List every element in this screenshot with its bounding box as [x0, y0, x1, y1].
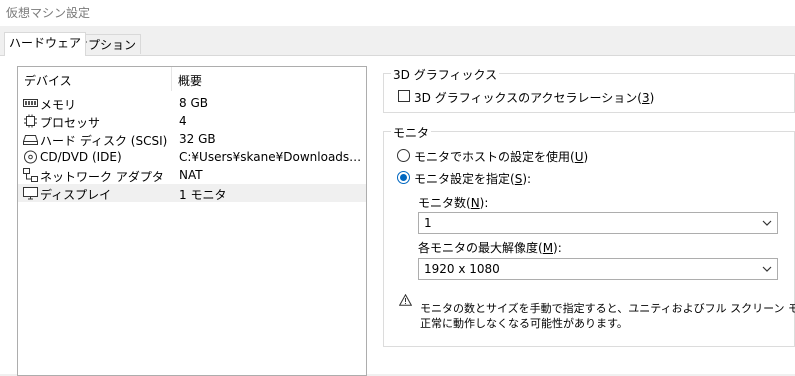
device-list[interactable]: デバイス 概要 メモリ 8 GB プロセッサ 4 ハード ディスク (SCSI)… [17, 66, 367, 376]
warning-icon [399, 294, 412, 306]
device-row-network-adapter[interactable]: ネットワーク アダプタ NAT [18, 166, 366, 184]
graphics-acceleration-text: 3D グラフィックスのアクセラレーション( [414, 91, 642, 105]
use-host-settings-radio[interactable] [397, 149, 410, 162]
device-row-cd-dvd[interactable]: CD/DVD (IDE) C:¥Users¥skane¥Downloads¥re… [18, 148, 366, 166]
device-summary: 8 GB [179, 96, 208, 110]
display-icon [23, 187, 38, 200]
device-row-hard-disk[interactable]: ハード ディスク (SCSI) 32 GB [18, 130, 366, 148]
column-header-summary[interactable]: 概要 [178, 72, 202, 89]
monitor-legend: モニタ [391, 124, 432, 141]
monitor-group: モニタ モニタでホストの設定を使用(U) モニタ設定を指定(S): モニタ数(N… [383, 124, 795, 347]
graphics-acceleration-accesskey: 3 [641, 91, 650, 105]
specify-monitor-settings-radio[interactable] [397, 171, 410, 184]
chevron-down-icon [762, 266, 772, 272]
monitor-count-text: モニタ数( [418, 196, 471, 210]
device-row-display[interactable]: ディスプレイ 1 モニタ [18, 184, 366, 202]
device-summary: 1 モニタ [179, 188, 227, 202]
graphics3d-legend: 3D グラフィックス [391, 66, 500, 83]
device-name: メモリ [40, 98, 77, 112]
specify-monitor-settings-suffix: ): [522, 172, 532, 186]
max-resolution-suffix: ): [553, 241, 562, 255]
device-summary: 4 [179, 114, 187, 128]
max-resolution-accesskey: M [542, 241, 554, 255]
max-resolution-select[interactable]: 1920 x 1080 [418, 258, 778, 280]
use-host-settings-label[interactable]: モニタでホストの設定を使用(U) [414, 148, 588, 165]
device-list-header: デバイス 概要 [18, 67, 366, 91]
device-row-processor[interactable]: プロセッサ 4 [18, 112, 366, 130]
specify-monitor-settings-label[interactable]: モニタ設定を指定(S): [414, 170, 531, 187]
monitor-count-suffix: ): [479, 196, 489, 210]
cd-dvd-icon [24, 150, 37, 164]
monitor-count-accesskey: N [470, 196, 480, 210]
graphics-acceleration-checkbox[interactable] [398, 90, 410, 102]
device-name: ネットワーク アダプタ [40, 170, 164, 184]
monitor-count-select[interactable]: 1 [418, 212, 778, 234]
device-summary: NAT [179, 168, 203, 182]
title-bar: 仮想マシン設定 [0, 0, 795, 26]
tab-bar: ハードウェア オプション [0, 32, 795, 56]
monitor-count-label: モニタ数(N): [418, 194, 488, 211]
warning-text-line2: 正常に動作しなくなる可能性があります。 [420, 317, 628, 330]
graphics-acceleration-suffix: ) [649, 91, 655, 105]
device-summary: C:¥Users¥skane¥Downloads¥ref... [179, 150, 364, 164]
processor-icon [24, 114, 37, 128]
device-summary: 32 GB [179, 132, 216, 146]
graphics-acceleration-label[interactable]: 3D グラフィックスのアクセラレーション(3) [414, 89, 654, 106]
tab-hardware[interactable]: ハードウェア [4, 32, 87, 56]
hard-disk-icon [23, 135, 38, 145]
network-adapter-icon [23, 168, 38, 182]
window-title: 仮想マシン設定 [6, 6, 91, 20]
chevron-down-icon [762, 220, 772, 226]
column-separator[interactable] [171, 67, 172, 91]
specify-monitor-settings-text: モニタ設定を指定( [414, 172, 515, 186]
device-name: プロセッサ [40, 116, 101, 130]
column-header-device[interactable]: デバイス [24, 72, 72, 89]
max-resolution-label: 各モニタの最大解像度(M): [418, 239, 562, 256]
graphics3d-group: 3D グラフィックス 3D グラフィックスのアクセラレーション(3) [383, 66, 795, 113]
tab-divider [0, 55, 795, 56]
use-host-settings-suffix: ) [583, 150, 589, 164]
device-row-memory[interactable]: メモリ 8 GB [18, 94, 366, 112]
monitor-count-value: 1 [424, 216, 432, 230]
tab-hardware-label: ハードウェア [9, 36, 82, 50]
device-name: CD/DVD (IDE) [40, 150, 122, 164]
max-resolution-value: 1920 x 1080 [424, 262, 500, 276]
warning-text-line1: モニタの数とサイズを手動で指定すると、ユニティおよびフル スクリーン モードが [420, 302, 795, 315]
memory-icon [23, 99, 38, 107]
max-resolution-text: 各モニタの最大解像度( [418, 241, 543, 255]
device-name: ディスプレイ [40, 188, 112, 202]
use-host-settings-text: モニタでホストの設定を使用( [414, 150, 575, 164]
device-name: ハード ディスク (SCSI) [40, 134, 168, 148]
